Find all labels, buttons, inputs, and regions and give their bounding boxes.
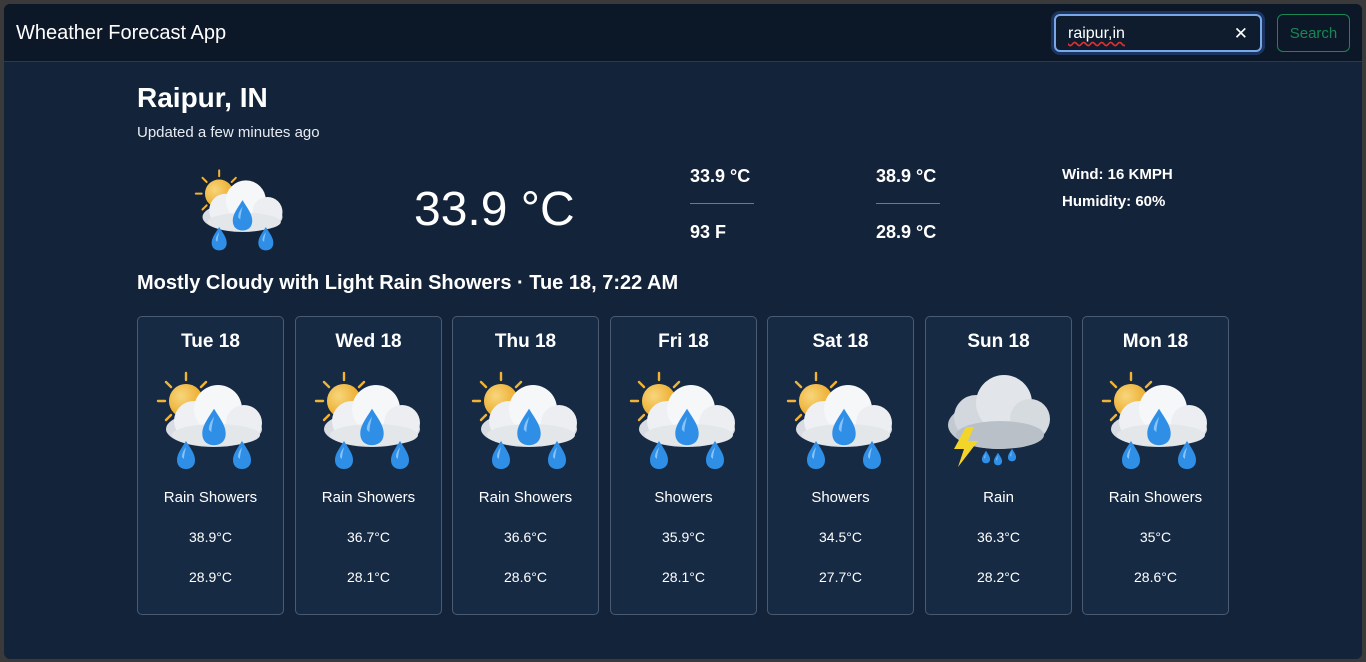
divider	[690, 203, 754, 204]
forecast-day: Fri 18	[658, 331, 709, 352]
forecast-condition: Showers	[654, 489, 713, 506]
search-button[interactable]: Search	[1277, 14, 1350, 52]
search-input[interactable]: raipur,in	[1068, 25, 1125, 43]
sun-cloud-rain-icon	[156, 371, 262, 469]
forecast-high: 36.3°C	[977, 529, 1020, 545]
forecast-day: Tue 18	[181, 331, 240, 352]
forecast-low: 28.2°C	[977, 569, 1020, 585]
sun-cloud-rain-icon	[471, 371, 577, 469]
weather-summary: Mostly Cloudy with Light Rain Showers · …	[137, 272, 679, 294]
forecast-condition: Rain Showers	[478, 489, 573, 506]
temp-max: 38.9 °C	[876, 166, 937, 186]
forecast-day: Wed 18	[335, 331, 402, 352]
sun-cloud-rain-icon	[786, 371, 892, 469]
forecast-condition: Rain Showers	[163, 489, 258, 506]
sun-cloud-rain-icon	[1101, 371, 1207, 469]
temp-celsius: 33.9 °C	[690, 166, 751, 186]
forecast-high: 35.9°C	[662, 529, 705, 545]
divider	[876, 203, 940, 204]
forecast-card: Fri 18 Showers 35.9°C 28.1°C	[610, 316, 757, 615]
forecast-day: Thu 18	[494, 331, 557, 352]
forecast-condition: Rain Showers	[1108, 489, 1203, 506]
forecast-card: Mon 18 Rain Showers 35°C 28.6°C	[1082, 316, 1229, 615]
forecast-card: Thu 18 Rain Showers 36.6°C 28.6°C	[452, 316, 599, 615]
clear-icon[interactable]: ✕	[1234, 24, 1248, 44]
forecast-card: Sun 18 Rain 36.3°C 28.2°C	[925, 316, 1072, 615]
forecast-day: Mon 18	[1122, 331, 1189, 352]
humidity-text: Humidity: 60%	[1062, 193, 1166, 210]
forecast-low: 28.6°C	[1134, 569, 1177, 585]
forecast-high: 36.7°C	[347, 529, 390, 545]
search-box[interactable]: raipur,in ✕	[1054, 14, 1262, 52]
forecast-card: Wed 18 Rain Showers 36.7°C 28.1°C	[295, 316, 442, 615]
forecast-high: 35°C	[1139, 529, 1172, 545]
wind-text: Wind: 16 KMPH	[1062, 166, 1173, 183]
sun-cloud-rain-icon	[314, 371, 420, 469]
sun-cloud-rain-icon	[629, 371, 735, 469]
temp-column-1: 33.9 °C 93 F	[690, 166, 754, 243]
forecast-day: Sat 18	[812, 331, 869, 352]
forecast-card: Sat 18 Showers 34.5°C 27.7°C	[767, 316, 914, 615]
location-title: Raipur, IN	[137, 82, 268, 113]
navbar: Wheather Forecast App raipur,in ✕ Search	[4, 4, 1362, 62]
storm-cloud-icon	[948, 375, 1050, 467]
forecast-low: 28.9°C	[189, 569, 232, 585]
forecast-high: 38.9°C	[189, 529, 232, 545]
current-temperature: 33.9 °C	[414, 183, 575, 236]
forecast-high: 34.5°C	[819, 529, 862, 545]
forecast-day: Sun 18	[967, 331, 1030, 352]
forecast-high: 36.6°C	[504, 529, 547, 545]
updated-text: Updated a few minutes ago	[137, 124, 320, 141]
sun-cloud-rain-icon	[194, 169, 283, 251]
forecast-low: 28.1°C	[347, 569, 390, 585]
forecast-low: 27.7°C	[819, 569, 862, 585]
temp-column-2: 38.9 °C 28.9 °C	[876, 166, 940, 243]
forecast-low: 28.6°C	[504, 569, 547, 585]
forecast-condition: Showers	[811, 489, 870, 506]
forecast-condition: Rain	[983, 489, 1014, 506]
forecast-low: 28.1°C	[662, 569, 705, 585]
temp-fahrenheit: 93 F	[690, 222, 727, 242]
forecast-card: Tue 18 Rain Showers 38.9°C 28.9°C	[137, 316, 284, 615]
temp-min: 28.9 °C	[876, 222, 937, 242]
app-window: Wheather Forecast App raipur,in ✕ Search…	[4, 4, 1362, 659]
app-title[interactable]: Wheather Forecast App	[16, 22, 226, 45]
forecast-condition: Rain Showers	[321, 489, 416, 506]
